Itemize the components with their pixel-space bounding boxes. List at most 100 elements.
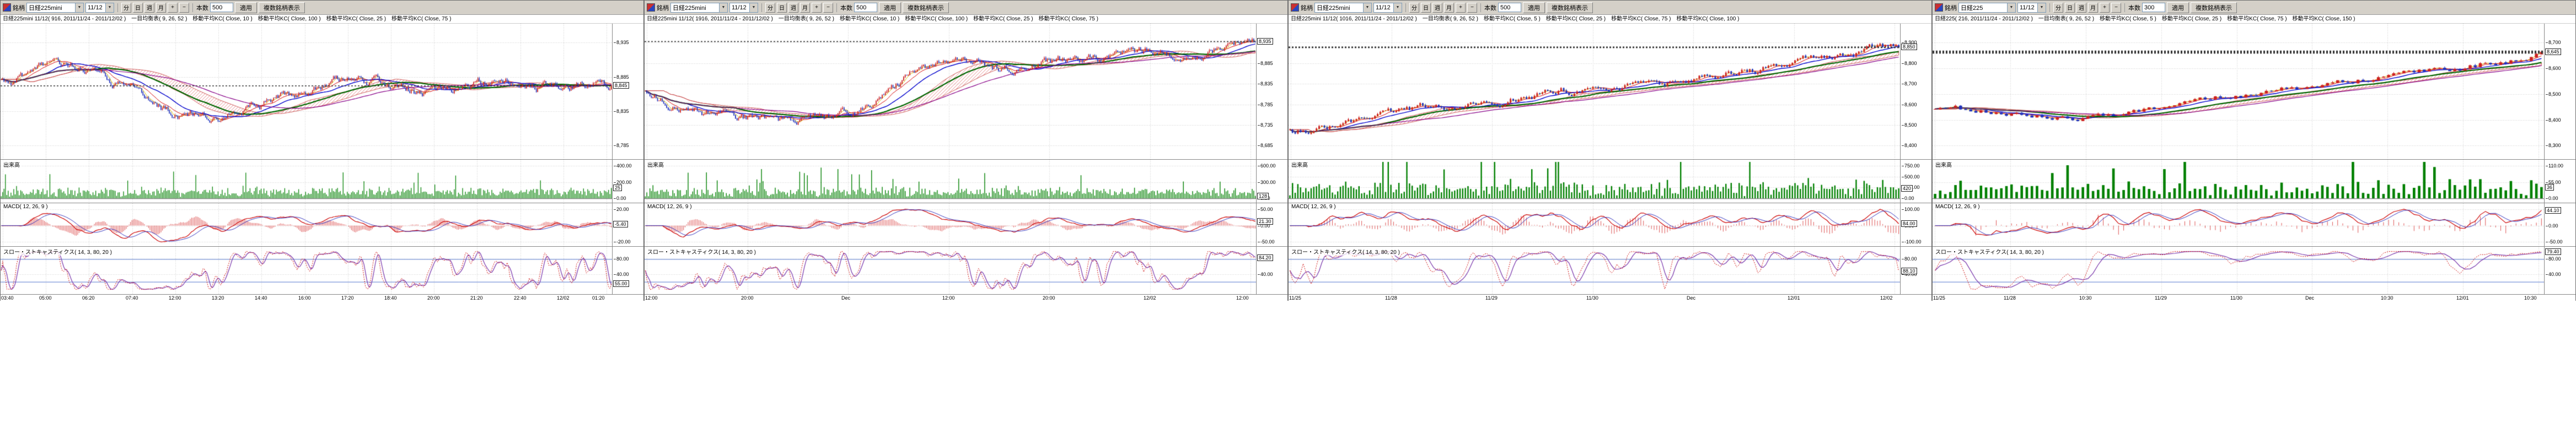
time-axis-label: 20:00: [741, 295, 754, 301]
stochastics-section: スロー・ストキャスティクス( 14, 3, 80, 20 ) 80.0040.0…: [1289, 247, 1931, 295]
period-day-button[interactable]: 日: [2065, 3, 2075, 13]
zoom-out-button[interactable]: −: [823, 3, 833, 13]
macd-plot[interactable]: [645, 203, 1256, 246]
contract-month-select[interactable]: 11/12 ▼: [1373, 3, 1402, 13]
chevron-down-icon[interactable]: ▼: [719, 3, 727, 12]
period-month-button[interactable]: 月: [800, 3, 810, 13]
main-plot[interactable]: [1933, 24, 2544, 159]
symbol-select[interactable]: 日経225mini ▼: [1314, 3, 1372, 13]
volume-plot[interactable]: [1289, 160, 1900, 203]
time-axis-label: 11/30: [1586, 295, 1598, 301]
stoch-label: スロー・ストキャスティクス( 14, 3, 80, 20 ): [2, 247, 113, 256]
apply-button[interactable]: 適用: [879, 2, 901, 13]
chevron-down-icon[interactable]: ▼: [105, 3, 114, 12]
macd-plot[interactable]: [1933, 203, 2544, 246]
main-plot[interactable]: [1, 24, 612, 159]
axis-tick-label: 8,785: [1258, 102, 1273, 107]
volume-section: 出来高 750.00500.00250.000.00 420: [1289, 160, 1931, 203]
macd-plot[interactable]: [1289, 203, 1900, 246]
chevron-down-icon[interactable]: ▼: [1363, 3, 1371, 12]
period-minute-button[interactable]: 分: [121, 3, 131, 13]
time-axis-label: 22:40: [514, 295, 527, 301]
multi-symbol-display-button[interactable]: 複数銘柄表示: [2191, 2, 2237, 13]
chevron-down-icon[interactable]: ▼: [1393, 3, 1402, 12]
zoom-out-button[interactable]: −: [2111, 3, 2121, 13]
apply-button[interactable]: 適用: [1523, 2, 1545, 13]
contract-month-select[interactable]: 11/12 ▼: [729, 3, 758, 13]
chevron-down-icon[interactable]: ▼: [2037, 3, 2046, 12]
chart-window: 銘柄 日経225 ▼ 11/12 ▼ 分日週月+− 本数 300 適用 複数銘柄…: [1932, 0, 2576, 301]
zoom-in-button[interactable]: +: [1456, 3, 1466, 13]
main-value-axis: 8,9358,8858,8358,7858,7358,685 8,935: [1256, 24, 1287, 159]
time-axis-label: 14:40: [255, 295, 267, 301]
toolbar-separator: [117, 3, 118, 12]
macd-plot[interactable]: [1, 203, 612, 246]
bars-count-label: 本数: [1484, 3, 1496, 12]
volume-plot[interactable]: [1, 160, 612, 203]
period-month-button[interactable]: 月: [2088, 3, 2098, 13]
macd-section: MACD( 12, 26, 9 ) 20.000.00-20.00 -5.40: [1, 203, 643, 247]
axis-tick-label: 8,885: [614, 74, 629, 80]
apply-button[interactable]: 適用: [2167, 2, 2189, 13]
period-week-button[interactable]: 週: [1432, 3, 1442, 13]
bars-count-input[interactable]: 500: [1498, 3, 1521, 12]
apply-button[interactable]: 適用: [235, 2, 257, 13]
chart-title: 日経225( 216, 2011/11/24 - 2011/12/02 ) 一目…: [1933, 15, 2575, 24]
axis-tick-label: 400.00: [614, 163, 632, 169]
axis-tick-label: 8,500: [2546, 91, 2561, 97]
volume-label: 出来高: [1934, 160, 1953, 169]
period-day-button[interactable]: 日: [133, 3, 143, 13]
multi-symbol-display-button[interactable]: 複数銘柄表示: [259, 2, 305, 13]
period-week-button[interactable]: 週: [144, 3, 154, 13]
bars-count-input[interactable]: 500: [854, 3, 877, 12]
chevron-down-icon[interactable]: ▼: [2007, 3, 2015, 12]
volume-plot[interactable]: [1933, 160, 2544, 203]
multi-symbol-display-button[interactable]: 複数銘柄表示: [903, 2, 949, 13]
period-minute-button[interactable]: 分: [765, 3, 775, 13]
zoom-out-button[interactable]: −: [1467, 3, 1477, 13]
time-axis-label: 12/01: [2456, 295, 2469, 301]
contract-month-select[interactable]: 11/12 ▼: [2017, 3, 2046, 13]
period-month-button[interactable]: 月: [1444, 3, 1454, 13]
macd-value-axis: 100.000.00-100.00 84.00: [1900, 203, 1931, 246]
time-axis: 12:0020:00Dec12:0020:0012/0212:00: [645, 295, 1287, 303]
period-minute-button[interactable]: 分: [2053, 3, 2063, 13]
axis-tick-label: 300.00: [1258, 180, 1276, 185]
chart-toolbar: 銘柄 日経225mini ▼ 11/12 ▼ 分日週月+− 本数 500 適用 …: [1, 1, 643, 15]
period-day-button[interactable]: 日: [1421, 3, 1431, 13]
chevron-down-icon[interactable]: ▼: [749, 3, 758, 12]
period-month-button[interactable]: 月: [156, 3, 166, 13]
time-axis-label: 12:00: [169, 295, 181, 301]
bars-count-input[interactable]: 500: [210, 3, 233, 12]
bars-count-input[interactable]: 300: [2142, 3, 2165, 12]
zoom-in-button[interactable]: +: [168, 3, 178, 13]
period-day-button[interactable]: 日: [777, 3, 787, 13]
symbol-select[interactable]: 日経225mini ▼: [670, 3, 728, 13]
axis-tick-label: 80.00: [614, 256, 629, 262]
macd-value-axis: 50.000.00-50.00 21.30: [1256, 203, 1287, 246]
stoch-value-axis: 80.0040.00 88.10: [1900, 247, 1931, 294]
symbol-select[interactable]: 日経225mini ▼: [26, 3, 84, 13]
main-plot[interactable]: [1289, 24, 1900, 159]
stoch-current-value: 79.40: [2545, 248, 2561, 255]
volume-plot[interactable]: [645, 160, 1256, 203]
main-plot[interactable]: [645, 24, 1256, 159]
period-week-button[interactable]: 週: [2076, 3, 2086, 13]
period-minute-button[interactable]: 分: [1409, 3, 1419, 13]
axis-tick-label: -20.00: [614, 239, 631, 245]
multi-symbol-display-button[interactable]: 複数銘柄表示: [1547, 2, 1593, 13]
axis-tick-label: 750.00: [1902, 163, 1920, 169]
axis-tick-label: -100.00: [1902, 239, 1922, 245]
axis-tick-label: 40.00: [614, 272, 629, 277]
period-week-button[interactable]: 週: [788, 3, 798, 13]
stoch-value-axis: 80.0040.00 55.00: [612, 247, 643, 294]
zoom-out-button[interactable]: −: [179, 3, 189, 13]
axis-tick-label: 500.00: [1902, 174, 1920, 180]
axis-tick-label: 0.00: [614, 196, 626, 201]
zoom-in-button[interactable]: +: [2100, 3, 2110, 13]
symbol-select[interactable]: 日経225 ▼: [1958, 3, 2016, 13]
contract-month-select[interactable]: 11/12 ▼: [85, 3, 114, 13]
zoom-in-button[interactable]: +: [812, 3, 822, 13]
chevron-down-icon[interactable]: ▼: [75, 3, 83, 12]
contract-month-value: 11/12: [1374, 4, 1393, 11]
